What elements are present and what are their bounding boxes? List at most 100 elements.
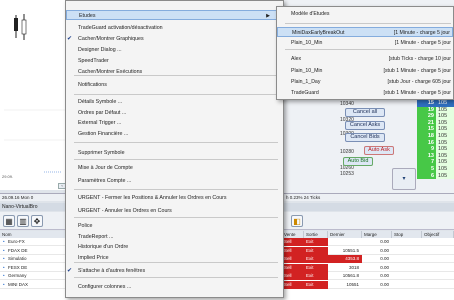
cell-sortie[interactable]: Exit <box>304 255 328 263</box>
ladder-row[interactable]: 15 105 <box>417 100 454 107</box>
ladder-price-cell: 105 <box>436 172 454 180</box>
column-header-vente[interactable]: Vente <box>282 231 304 238</box>
menu-item[interactable]: S'attache à d'autres fenêtres ✔ <box>66 266 283 276</box>
menu-item[interactable]: External Trigger ... <box>66 118 283 128</box>
cell-vente[interactable]: Sell <box>282 238 304 246</box>
menu-item[interactable]: Implied Price <box>66 253 283 263</box>
menu-item[interactable]: Ordres par Défaut ... <box>66 108 283 118</box>
study-template-desc: [stub Jour - charge 605 jour <box>387 79 451 85</box>
ladder-row[interactable]: 13 105 <box>417 152 454 160</box>
ladder-row[interactable]: 19 105 <box>417 106 454 114</box>
cell-vente[interactable]: Sell <box>282 263 304 272</box>
menu-item[interactable]: Police <box>66 221 283 231</box>
ladder-row[interactable]: 21 105 <box>417 119 454 127</box>
study-template-name: Alex <box>291 56 302 62</box>
study-template-desc: [stub Ticks - charge 10 jour <box>388 56 451 62</box>
auto-ask-button[interactable]: Auto Ask <box>364 146 394 155</box>
menu-item[interactable]: Historique d'un Ordre <box>66 242 283 252</box>
context-menu: Etudes ▶ TradeGuard activation/désactivati… <box>65 0 284 298</box>
menu-separator <box>74 142 278 143</box>
menu-item[interactable]: Cacher/Montrer Graphiques ✔ <box>66 34 283 44</box>
cell-vente[interactable]: Sell <box>282 255 304 263</box>
study-template-item[interactable]: TradeGuard [stub 1 Minute - charge 5 jour <box>277 88 453 98</box>
menu-item[interactable]: Designer Dialog ... <box>66 45 283 55</box>
ladder-price-cell: 105 <box>436 132 454 140</box>
chart-icon[interactable]: ▥ <box>17 215 29 227</box>
studies-submenu: Modèle d'Etudes MiniDaxEarlyBreakOut [1 Mi… <box>276 6 454 100</box>
cell-vente[interactable]: Sell <box>282 272 304 280</box>
cell-vente[interactable]: Sell <box>282 280 304 289</box>
menu-item[interactable]: URGENT - Annuler les Ordres en Cours <box>66 206 283 216</box>
study-template-item[interactable]: Alex [stub Ticks - charge 10 jour <box>277 54 453 64</box>
ladder-price-cell: 105 <box>436 106 454 114</box>
cell-sortie[interactable]: Exit <box>304 263 328 272</box>
ladder-row[interactable]: 16 105 <box>417 139 454 147</box>
cell-sortie[interactable]: Exit <box>304 272 328 280</box>
cell-dernier: 10561.8 <box>342 273 359 278</box>
menu-item-label: URGENT - Annuler les Ordres en Cours <box>78 208 172 214</box>
menu-item[interactable]: Détails Symbole ... <box>66 97 283 107</box>
ladder-row[interactable]: 29 105 <box>417 113 454 120</box>
menu-item-label: Implied Price <box>78 255 109 261</box>
column-header-dernier[interactable]: Dernier <box>328 231 362 238</box>
ladder-row[interactable]: 5 105 <box>417 165 454 173</box>
column-header-stop[interactable]: Stop <box>392 231 422 238</box>
menu-item[interactable]: TradeReport ... <box>66 232 283 242</box>
column-header-objectif[interactable]: Objectif <box>422 231 454 238</box>
cell-sortie[interactable]: Exit <box>304 246 328 255</box>
cell-vente[interactable]: Sell <box>282 246 304 255</box>
cell-marge: 0.00 <box>380 273 389 278</box>
study-template-desc: [1 Minute - charge 5 jour <box>393 30 450 36</box>
menu-item[interactable]: Paramètres Compte ... <box>66 176 283 186</box>
column-header-marge[interactable]: Marge <box>362 231 392 238</box>
menu-item[interactable]: URGENT - Fermer les Positions & Annuler … <box>66 193 283 203</box>
auto-bid-button[interactable]: Auto Bid <box>343 157 373 166</box>
ladder-row[interactable]: 15 105 <box>417 126 454 133</box>
cancel-all-button[interactable]: Cancel all <box>345 108 385 117</box>
ladder-row[interactable]: 9 105 <box>417 146 454 153</box>
menu-item-label: Cacher/Montrer Exécutions <box>78 69 143 75</box>
menu-separator <box>285 23 451 24</box>
menu-item[interactable]: TradeGuard activation/désactivation <box>66 23 283 33</box>
status-left: 26.09.16 Mon 0 <box>2 195 34 200</box>
menu-item[interactable]: Notifications <box>66 80 283 90</box>
ladder-row[interactable]: 18 105 <box>417 132 454 140</box>
submenu-header[interactable]: Modèle d'Etudes <box>277 9 453 19</box>
menu-item-label: Police <box>78 223 93 229</box>
menu-item[interactable]: Configurer colonnes ... <box>66 282 283 292</box>
study-template-item[interactable]: Plain_1_Day [stub Jour - charge 605 jour <box>277 77 453 87</box>
ladder-row[interactable]: 7 105 <box>417 159 454 166</box>
menu-item-label: Détails Symbole ... <box>78 99 123 105</box>
ladder-price-cell: 105 <box>436 113 454 120</box>
cancel-bids-button[interactable]: Cancel Bids <box>345 133 385 142</box>
study-template-item[interactable]: MiniDaxEarlyBreakOut [1 Minute - charge 5… <box>277 27 453 37</box>
image-icon[interactable]: ◧ <box>291 215 303 227</box>
menu-item[interactable]: Etudes ▶ <box>66 10 283 20</box>
ladder-price: 10253 <box>340 171 354 177</box>
study-template-item[interactable]: Plain_10_Min [1 Minute - charge 5 jour <box>277 38 453 48</box>
ladder-row[interactable]: 6 105 <box>417 172 454 180</box>
column-header-sortie[interactable]: Sortie <box>304 231 328 238</box>
cell-sortie[interactable]: Exit <box>304 280 328 289</box>
menu-separator <box>74 94 278 95</box>
menu-item-label: S'attache à d'autres fenêtres <box>78 268 146 274</box>
menu-item[interactable]: Supprimer Symbole <box>66 148 283 158</box>
ladder-qty: 9 <box>417 146 436 153</box>
tools-icon[interactable]: ✥ <box>31 215 43 227</box>
cell-marge: 0.00 <box>380 256 389 261</box>
study-template-item[interactable]: Plain_10_Min [stub 1 Minute - charge 5 jo… <box>277 66 453 76</box>
menu-item[interactable]: Mise à Jour de Compte <box>66 163 283 173</box>
cancel-asks-button[interactable]: Cancel Asks <box>345 121 385 130</box>
cell-marge: 0.00 <box>380 247 389 253</box>
grid-icon[interactable]: ▦ <box>3 215 15 227</box>
menu-separator <box>74 189 278 190</box>
price-chart[interactable]: 29.09. ‹ <box>0 0 68 190</box>
cell-sortie[interactable]: Exit <box>304 238 328 246</box>
menu-item[interactable]: SpeedTrader <box>66 56 283 66</box>
ladder-scroll-down-icon[interactable]: ▾ <box>392 168 416 190</box>
menu-item[interactable]: Cacher/Montrer Exécutions <box>66 67 283 77</box>
menu-item[interactable]: Gestion Financière ... <box>66 129 283 139</box>
menu-item-label: TradeGuard activation/désactivation <box>78 25 163 31</box>
status-right: h 0.23% 24 Ticks <box>286 195 321 200</box>
row-bullet-icon: • <box>3 256 5 261</box>
